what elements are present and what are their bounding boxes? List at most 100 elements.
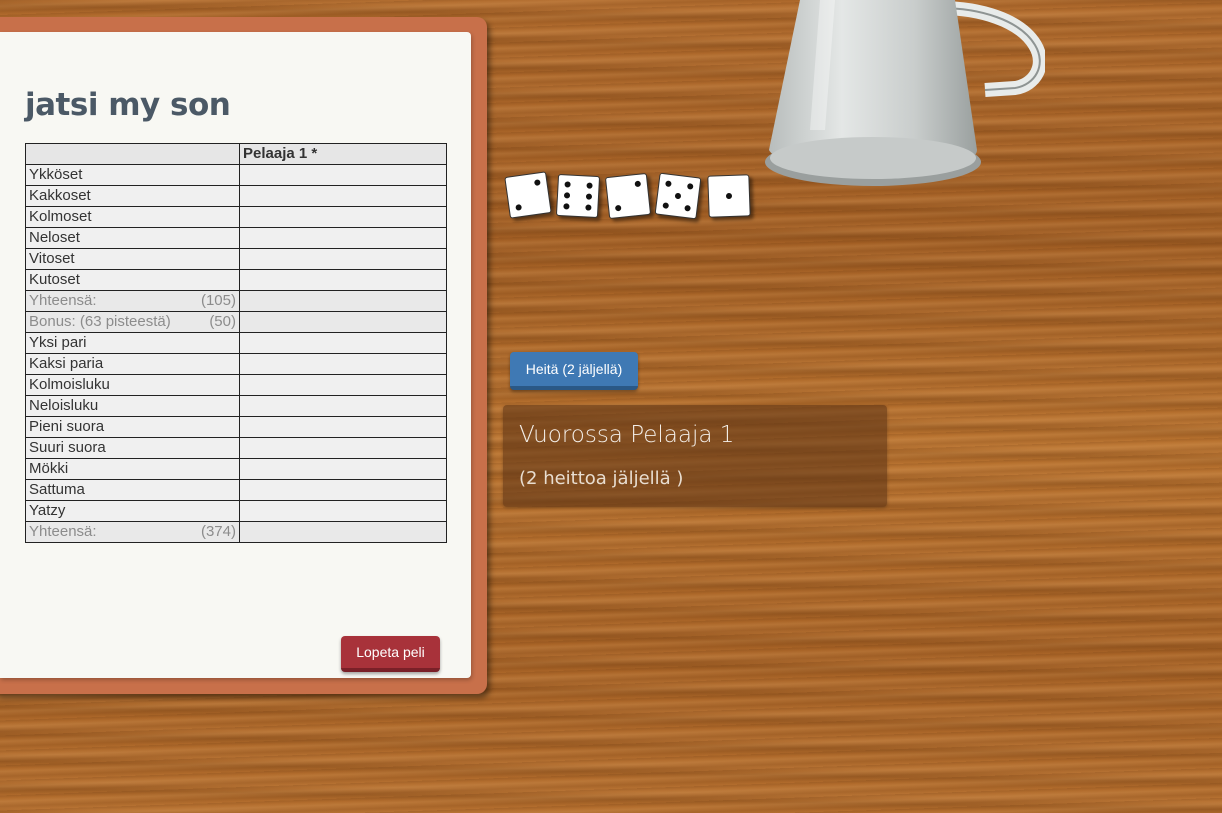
score-row[interactable]: Ykköset — [25, 164, 447, 186]
category-name: Bonus: (63 pisteestä) — [29, 313, 171, 330]
score-table-body: Ykköset Kakkoset Kolmoset Neloset Vitoset Kut… — [25, 164, 447, 543]
score-row[interactable]: Kaksi paria — [25, 353, 447, 375]
score-category-label: Kakkoset — [25, 185, 240, 207]
score-cell[interactable] — [239, 479, 447, 501]
die[interactable] — [504, 171, 552, 219]
die-pip — [564, 181, 571, 188]
score-row[interactable]: Yhteensä: (105) — [25, 290, 447, 312]
score-row[interactable]: Pieni suora — [25, 416, 447, 438]
score-category-label: Sattuma — [25, 479, 240, 501]
turn-info-box: Vuorossa Pelaaja 1 (2 heittoa jäljellä ) — [503, 405, 887, 507]
category-name: Neloset — [29, 229, 80, 246]
die-pip — [684, 204, 691, 212]
category-name: Yhteensä: — [29, 292, 97, 309]
rolls-remaining: (2 heittoa jäljellä ) — [519, 468, 684, 489]
score-row[interactable]: Mökki — [25, 458, 447, 480]
score-row[interactable]: Yksi pari — [25, 332, 447, 354]
score-row[interactable]: Vitoset — [25, 248, 447, 270]
score-category-label: Vitoset — [25, 248, 240, 270]
score-category-label: Kolmoisluku — [25, 374, 240, 396]
die[interactable] — [707, 174, 751, 218]
category-name: Yatzy — [29, 502, 66, 519]
score-cell[interactable] — [239, 374, 447, 396]
score-cell[interactable] — [239, 395, 447, 417]
score-category-label: Yhteensä: (374) — [25, 521, 240, 543]
score-category-label: Suuri suora — [25, 437, 240, 459]
score-cell[interactable] — [239, 164, 447, 186]
score-row[interactable]: Kakkoset — [25, 185, 447, 207]
score-cell[interactable] — [239, 416, 447, 438]
scorecard-panel: jatsi my son Pelaaja 1 * Ykköset Kakkoset… — [0, 32, 471, 678]
score-cell[interactable] — [239, 500, 447, 522]
score-row[interactable]: Neloset — [25, 227, 447, 249]
roll-dice-button[interactable]: Heitä (2 jäljellä) — [510, 352, 638, 390]
score-cell[interactable] — [239, 332, 447, 354]
score-cell[interactable] — [239, 437, 447, 459]
category-name: Sattuma — [29, 481, 85, 498]
score-cell[interactable] — [239, 248, 447, 270]
category-name: Suuri suora — [29, 439, 106, 456]
score-cell[interactable] — [239, 227, 447, 249]
category-name: Mökki — [29, 460, 69, 477]
die-pip — [614, 204, 622, 212]
score-header-row: Pelaaja 1 * — [25, 143, 447, 165]
score-cell[interactable] — [239, 269, 447, 291]
score-category-label: Neloisluku — [25, 395, 240, 417]
quit-game-button[interactable]: Lopeta peli — [341, 636, 440, 672]
die[interactable] — [604, 172, 652, 220]
category-name: Kolmoset — [29, 208, 92, 225]
score-category-label: Ykköset — [25, 164, 240, 186]
die-pip — [674, 192, 682, 200]
die-pip — [634, 180, 642, 188]
score-category-label: Kutoset — [25, 269, 240, 291]
category-name: Ykköset — [29, 166, 83, 183]
score-row[interactable]: Yhteensä: (374) — [25, 521, 447, 543]
category-name: Yhteensä: — [29, 523, 97, 540]
category-name: Kutoset — [29, 271, 80, 288]
score-row[interactable]: Suuri suora — [25, 437, 447, 459]
die-pip — [563, 192, 571, 199]
score-cell[interactable] — [239, 290, 447, 312]
score-cell[interactable] — [239, 521, 447, 543]
die-pip — [686, 183, 694, 190]
score-row[interactable]: Kutoset — [25, 269, 447, 291]
score-row[interactable]: Kolmoset — [25, 206, 447, 228]
die[interactable] — [555, 173, 601, 219]
score-header-blank — [25, 143, 240, 165]
dice-cup-icon — [765, 0, 1045, 186]
category-name: Kaksi paria — [29, 355, 104, 372]
score-row[interactable]: Yatzy — [25, 500, 447, 522]
score-cell[interactable] — [239, 353, 447, 375]
score-table: Pelaaja 1 * Ykköset Kakkoset Kolmoset Nelos… — [25, 143, 447, 543]
category-max-points: (50) — [209, 313, 236, 330]
category-name: Neloisluku — [29, 397, 99, 414]
score-cell[interactable] — [239, 206, 447, 228]
score-category-label: Pieni suora — [25, 416, 240, 438]
score-row[interactable]: Neloisluku — [25, 395, 447, 417]
category-max-points: (105) — [200, 292, 236, 309]
turn-title: Vuorossa Pelaaja 1 — [519, 422, 735, 448]
die[interactable] — [654, 172, 702, 220]
score-row[interactable]: Kolmoisluku — [25, 374, 447, 396]
score-cell[interactable] — [239, 185, 447, 207]
die-pip — [586, 182, 593, 189]
category-max-points: (374) — [200, 523, 236, 540]
die-pip — [665, 180, 672, 188]
score-cell[interactable] — [239, 458, 447, 480]
category-name: Vitoset — [29, 250, 75, 267]
score-category-label: Kaksi paria — [25, 353, 240, 375]
die-pip — [662, 202, 670, 209]
score-category-label: Mökki — [25, 458, 240, 480]
score-row[interactable]: Bonus: (63 pisteestä) (50) — [25, 311, 447, 333]
score-category-label: Yhteensä: (105) — [25, 290, 240, 312]
die-pip — [585, 193, 593, 200]
category-name: Kolmoisluku — [29, 376, 110, 393]
die-pip — [585, 204, 592, 211]
die-pip — [515, 204, 523, 211]
score-cell[interactable] — [239, 311, 447, 333]
score-category-label: Yatzy — [25, 500, 240, 522]
score-category-label: Kolmoset — [25, 206, 240, 228]
category-name: Yksi pari — [29, 334, 87, 351]
score-row[interactable]: Sattuma — [25, 479, 447, 501]
game-title: jatsi my son — [25, 87, 231, 123]
